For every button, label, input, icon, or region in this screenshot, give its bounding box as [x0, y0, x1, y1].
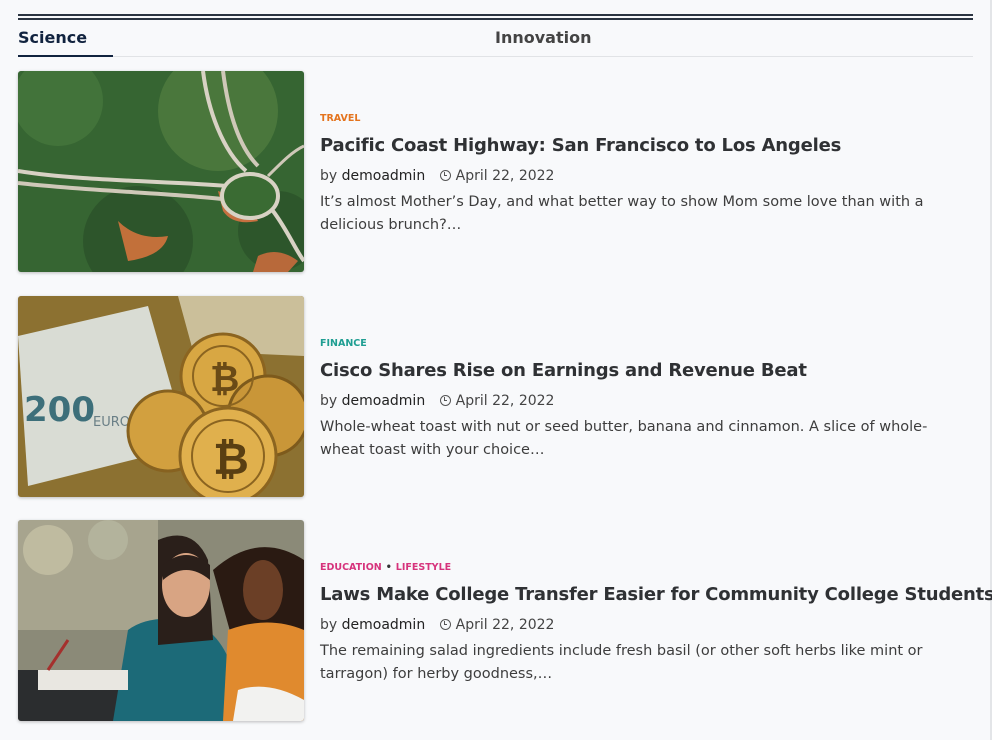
- tab-active-indicator: [18, 55, 113, 57]
- category-link-education[interactable]: EDUCATION: [320, 562, 382, 573]
- post-title[interactable]: Laws Make College Transfer Easier for Co…: [320, 584, 992, 606]
- clock-icon: [439, 619, 451, 630]
- clock-icon: [439, 395, 451, 406]
- category-link-lifestyle[interactable]: LIFESTYLE: [396, 562, 451, 573]
- post-content: EDUCATION • LIFESTYLE Laws Make College Tr…: [320, 561, 992, 685]
- author-link[interactable]: demoadmin: [342, 168, 426, 184]
- tab-innovation[interactable]: Innovation: [495, 20, 591, 56]
- post-card: EDUCATION • LIFESTYLE Laws Make College Tr…: [18, 520, 992, 721]
- author-link[interactable]: demoadmin: [342, 617, 426, 633]
- post-meta: by demoadmin April 22, 2022: [320, 615, 970, 635]
- by-label: by: [320, 168, 338, 184]
- category-separator: •: [385, 562, 392, 573]
- author-link[interactable]: demoadmin: [342, 393, 426, 409]
- category-link-travel[interactable]: TRAVEL: [320, 113, 360, 124]
- tab-bar: Science Innovation: [18, 20, 973, 57]
- by-label: by: [320, 393, 338, 409]
- students-studying-photo[interactable]: [18, 520, 304, 721]
- svg-text:₿: ₿: [213, 434, 249, 485]
- post-meta: by demoadmin April 22, 2022: [320, 166, 970, 186]
- post-excerpt: The remaining salad ingredients include …: [320, 643, 923, 682]
- clock-icon: [439, 170, 451, 181]
- post-card: 200 EURO ₿ ₿ FINANCE Cisco Shares Rise o…: [18, 296, 973, 497]
- post-date[interactable]: April 22, 2022: [456, 168, 555, 184]
- post-categories: TRAVEL: [320, 112, 970, 126]
- post-content: TRAVEL Pacific Coast Highway: San Franci…: [320, 112, 970, 236]
- post-title[interactable]: Pacific Coast Highway: San Francisco to …: [320, 135, 970, 157]
- post-meta: by demoadmin April 22, 2022: [320, 391, 970, 411]
- by-label: by: [320, 617, 338, 633]
- post-excerpt: It’s almost Mother’s Day, and what bette…: [320, 194, 924, 233]
- svg-text:₿: ₿: [210, 359, 239, 400]
- tab-science[interactable]: Science: [18, 20, 87, 56]
- post-date[interactable]: April 22, 2022: [456, 393, 555, 409]
- aerial-highway-photo[interactable]: [18, 71, 304, 272]
- category-tabs-section: Science Innovation: [18, 14, 973, 57]
- post-title[interactable]: Cisco Shares Rise on Earnings and Revenu…: [320, 360, 970, 382]
- post-categories: EDUCATION • LIFESTYLE: [320, 561, 970, 575]
- top-rule: [18, 14, 973, 16]
- post-excerpt: Whole-wheat toast with nut or seed butte…: [320, 419, 928, 458]
- svg-text:EURO: EURO: [93, 415, 130, 430]
- category-link-finance[interactable]: FINANCE: [320, 338, 367, 349]
- post-date[interactable]: April 22, 2022: [456, 617, 555, 633]
- post-categories: FINANCE: [320, 337, 970, 351]
- post-content: FINANCE Cisco Shares Rise on Earnings an…: [320, 337, 970, 461]
- post-card: TRAVEL Pacific Coast Highway: San Franci…: [18, 71, 973, 272]
- bitcoin-coins-photo[interactable]: 200 EURO ₿ ₿: [18, 296, 304, 497]
- svg-text:200: 200: [24, 390, 95, 430]
